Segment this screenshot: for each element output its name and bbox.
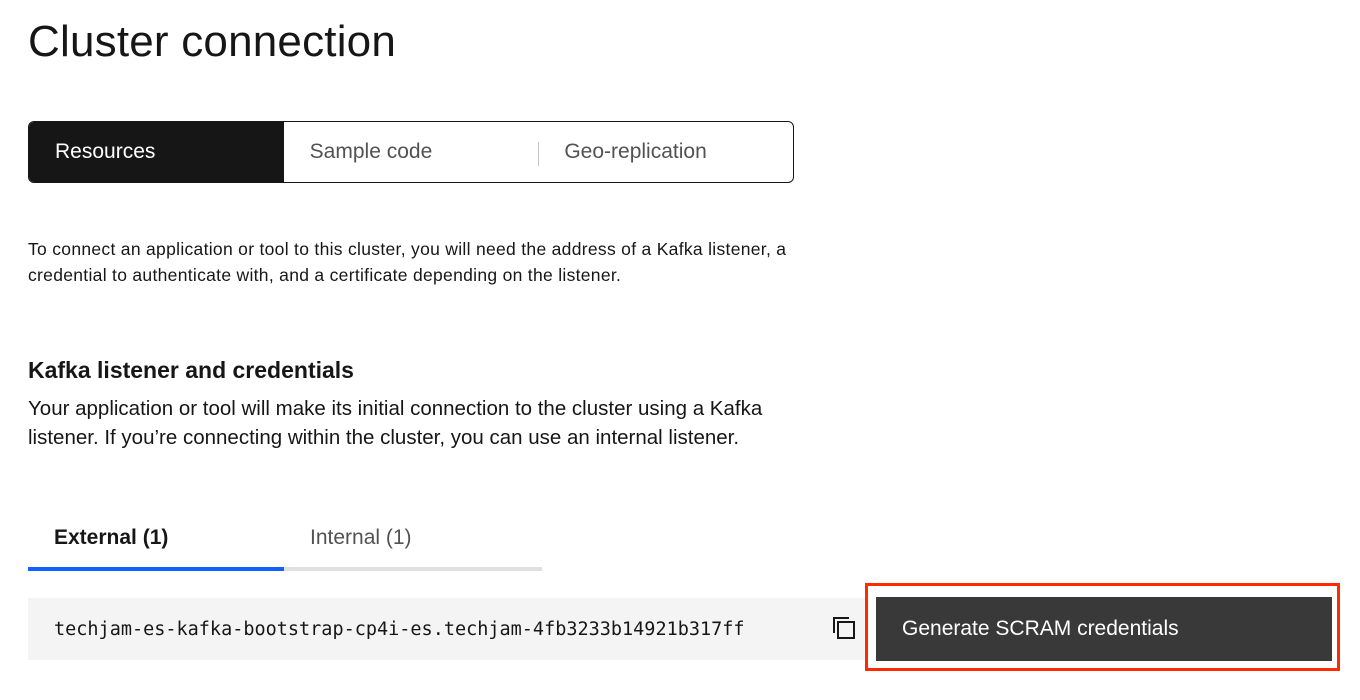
switcher-sample-code-label: Sample code [309, 140, 433, 163]
tab-internal[interactable]: Internal (1) [284, 514, 542, 571]
switcher-resources-label: Resources [55, 140, 156, 163]
switcher-resources[interactable]: Resources [29, 122, 284, 182]
intro-text: To connect an application or tool to thi… [28, 239, 787, 285]
switcher-sample-code[interactable]: Sample code [284, 122, 539, 182]
kafka-section-heading: Kafka listener and credentials [28, 357, 354, 383]
copy-button[interactable] [828, 612, 860, 644]
switcher-geo-replication-label: Geo-replication [564, 140, 707, 163]
kafka-section-description: Your application or tool will make its i… [28, 397, 763, 449]
tab-external-label: External (1) [54, 526, 169, 549]
listener-address: techjam-es-kafka-bootstrap-cp4i-es.techj… [54, 618, 745, 640]
content-switcher: Resources Sample code Geo-replication [28, 121, 794, 183]
generate-scram-credentials-button[interactable]: Generate SCRAM credentials [876, 597, 1332, 661]
switcher-geo-replication[interactable]: Geo-replication [538, 122, 793, 182]
cluster-connection-page: Cluster connection Resources Sample code… [0, 0, 1360, 700]
tab-internal-label: Internal (1) [310, 526, 412, 549]
copy-icon [833, 617, 855, 639]
tab-external[interactable]: External (1) [28, 514, 284, 571]
listener-address-field[interactable]: techjam-es-kafka-bootstrap-cp4i-es.techj… [28, 598, 868, 660]
listener-tabs: External (1) Internal (1) [28, 514, 542, 571]
page-title: Cluster connection [28, 17, 397, 66]
